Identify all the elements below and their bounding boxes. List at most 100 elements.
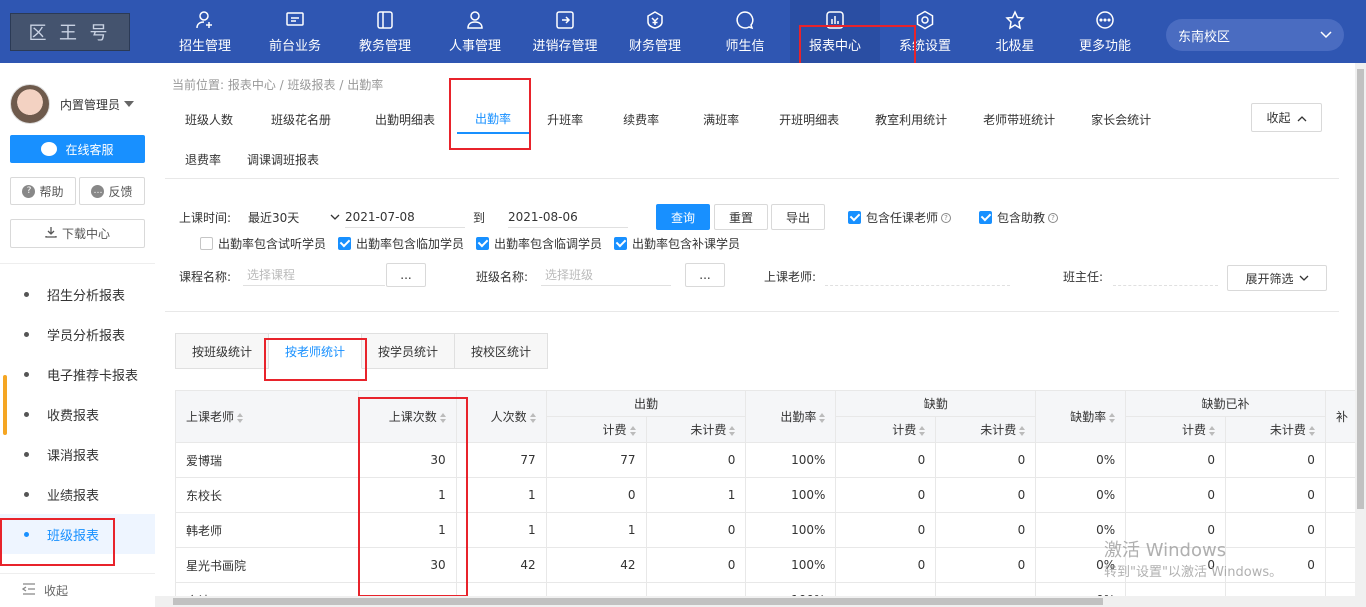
to-label: 到 bbox=[473, 211, 486, 225]
cell-att-charged: 0 bbox=[545, 477, 647, 513]
col-header-attend-uncharged[interactable]: 未计费 bbox=[645, 416, 747, 443]
col-header-madeup-uncharged[interactable]: 未计费 bbox=[1225, 416, 1326, 443]
nav-item-inventory[interactable]: 进销存管理 bbox=[520, 0, 610, 63]
nav-item-messages[interactable]: 师生信 bbox=[700, 0, 790, 63]
col-header-absent-charged[interactable]: 计费 bbox=[835, 416, 937, 443]
nav-item-settings[interactable]: 系统设置 bbox=[880, 0, 970, 63]
sidebar-item-fees[interactable]: 收费报表 bbox=[0, 394, 155, 434]
cell-person-times: 1 bbox=[455, 512, 547, 548]
include-teacher-checkbox[interactable]: 包含任课老师 ? bbox=[848, 209, 952, 226]
vertical-scrollbar[interactable] bbox=[1355, 63, 1366, 596]
help-button[interactable]: ? 帮助 bbox=[10, 177, 76, 205]
class-picker-button[interactable]: ... bbox=[685, 263, 725, 287]
nav-item-polaris[interactable]: 北极星 bbox=[970, 0, 1060, 63]
temp-students-checkbox[interactable]: 出勤率包含临加学员 bbox=[338, 235, 464, 252]
horizontal-scrollbar[interactable] bbox=[155, 596, 1366, 607]
download-center-button[interactable]: 下载中心 bbox=[10, 219, 145, 248]
col-header-lessons[interactable]: 上课次数 bbox=[357, 390, 457, 443]
cell-att-uncharged: 1 bbox=[645, 477, 747, 513]
brand-logo[interactable]: 区 王 号 bbox=[10, 13, 130, 51]
col-header-person-times[interactable]: 人次数 bbox=[455, 390, 547, 443]
course-label: 课程名称: bbox=[179, 270, 232, 284]
nav-item-finance[interactable]: 财务管理 bbox=[610, 0, 700, 63]
person-icon bbox=[464, 9, 486, 31]
sidebar-item-performance[interactable]: 业绩报表 bbox=[0, 474, 155, 514]
sort-icon bbox=[237, 412, 244, 423]
tab-teacher-classes[interactable]: 老师带班统计 bbox=[965, 104, 1073, 134]
tab-classroom-usage[interactable]: 教室利用统计 bbox=[857, 104, 965, 134]
include-assistant-checkbox[interactable]: 包含助教 ? bbox=[979, 209, 1059, 226]
trial-students-checkbox[interactable]: 出勤率包含试听学员 bbox=[200, 235, 326, 252]
tab-class-opening-detail[interactable]: 开班明细表 bbox=[761, 104, 857, 134]
sidebar-item-lesson-consumption[interactable]: 课消报表 bbox=[0, 434, 155, 474]
online-service-button[interactable]: 在线客服 bbox=[10, 135, 145, 163]
table-row[interactable]: 爱博瑞 30 77 77 0 100% 0 0 0% 0 0 bbox=[175, 442, 1365, 478]
tab-full-class-rate[interactable]: 满班率 bbox=[681, 104, 761, 134]
feedback-button[interactable]: … 反馈 bbox=[79, 177, 145, 205]
col-header-madeup-charged[interactable]: 计费 bbox=[1125, 416, 1227, 443]
teacher-input[interactable] bbox=[825, 285, 1010, 286]
cell-att-rate: 100% bbox=[745, 442, 837, 478]
tab-attendance-rate[interactable]: 出勤率 bbox=[457, 104, 530, 134]
makeup-students-checkbox[interactable]: 出勤率包含补课学员 bbox=[614, 235, 740, 252]
tab-by-class[interactable]: 按班级统计 bbox=[175, 333, 270, 369]
col-header-absent-uncharged[interactable]: 未计费 bbox=[935, 416, 1037, 443]
sidebar-item-enrollment-analysis[interactable]: 招生分析报表 bbox=[0, 274, 155, 314]
tab-promotion-rate[interactable]: 升班率 bbox=[529, 104, 601, 134]
tab-class-size[interactable]: 班级人数 bbox=[169, 104, 249, 134]
cell-person-times: 42 bbox=[455, 547, 547, 583]
course-picker-button[interactable]: ... bbox=[386, 263, 426, 287]
tab-by-campus[interactable]: 按校区统计 bbox=[455, 333, 549, 369]
export-button[interactable]: 导出 bbox=[771, 204, 825, 230]
col-header-absent-rate[interactable]: 缺勤率 bbox=[1035, 390, 1127, 443]
sidebar-item-label: 学员分析报表 bbox=[47, 328, 126, 344]
user-menu[interactable]: 内置管理员 bbox=[10, 84, 135, 124]
tab-refund-rate[interactable]: 退费率 bbox=[169, 144, 237, 174]
adjusted-students-checkbox[interactable]: 出勤率包含临调学员 bbox=[476, 235, 602, 252]
course-input[interactable]: 选择课程 bbox=[243, 264, 385, 286]
tab-by-teacher[interactable]: 按老师统计 bbox=[269, 333, 363, 369]
col-header-teacher[interactable]: 上课老师 bbox=[175, 390, 359, 443]
feedback-icon: … bbox=[91, 184, 105, 198]
sidebar-item-referral-card[interactable]: 电子推荐卡报表 bbox=[0, 354, 155, 394]
col-header-attend-rate[interactable]: 出勤率 bbox=[745, 390, 837, 443]
table-row[interactable]: 东校长 1 1 0 1 100% 0 0 0% 0 0 bbox=[175, 477, 1365, 513]
tab-by-student[interactable]: 按学员统计 bbox=[362, 333, 456, 369]
class-input[interactable]: 选择班级 bbox=[541, 264, 671, 286]
tab-parent-meeting[interactable]: 家长会统计 bbox=[1073, 104, 1169, 134]
time-range-select[interactable]: 最近30天 bbox=[240, 206, 340, 228]
sidebar-item-label: 电子推荐卡报表 bbox=[47, 368, 139, 384]
cell-lessons: 1 bbox=[357, 477, 457, 513]
cell-person-times: 1 bbox=[455, 477, 547, 513]
query-button[interactable]: 查询 bbox=[656, 204, 710, 230]
cell-abs-charged: 0 bbox=[835, 477, 937, 513]
scroll-thumb[interactable] bbox=[173, 598, 1103, 605]
col-header-attend-charged[interactable]: 计费 bbox=[545, 416, 647, 443]
tab-renewal-rate[interactable]: 续费率 bbox=[601, 104, 681, 134]
head-teacher-input[interactable] bbox=[1113, 285, 1218, 286]
date-from-input[interactable]: 2021-07-08 bbox=[345, 206, 465, 228]
nav-item-front-desk[interactable]: 前台业务 bbox=[250, 0, 340, 63]
tab-class-transfer[interactable]: 调课调班报表 bbox=[237, 144, 329, 174]
reset-button[interactable]: 重置 bbox=[714, 204, 768, 230]
nav-item-hr[interactable]: 人事管理 bbox=[430, 0, 520, 63]
sidebar-scroll-indicator[interactable] bbox=[3, 375, 7, 435]
header-label: 未计费 bbox=[690, 423, 727, 437]
fold-tabs-button[interactable]: 收起 bbox=[1251, 103, 1322, 132]
tab-attendance-detail[interactable]: 出勤明细表 bbox=[353, 104, 457, 134]
scroll-thumb[interactable] bbox=[1357, 69, 1364, 509]
expand-filters-button[interactable]: 展开筛选 bbox=[1227, 265, 1327, 291]
sidebar-item-student-analysis[interactable]: 学员分析报表 bbox=[0, 314, 155, 354]
tab-class-roster[interactable]: 班级花名册 bbox=[249, 104, 353, 134]
nav-label: 招生管理 bbox=[178, 39, 231, 54]
date-to-input[interactable]: 2021-08-06 bbox=[508, 206, 628, 228]
sidebar-item-class-reports[interactable]: 班级报表 bbox=[0, 514, 155, 554]
sidebar-collapse-button[interactable]: 收起 bbox=[0, 573, 155, 607]
nav-item-enrollment[interactable]: 招生管理 bbox=[160, 0, 250, 63]
bullet-icon bbox=[24, 531, 29, 537]
cell-mk-uncharged: 0 bbox=[1225, 477, 1326, 513]
nav-item-reports[interactable]: 报表中心 bbox=[790, 0, 880, 63]
campus-selector[interactable]: 东南校区 bbox=[1166, 19, 1344, 51]
nav-item-more[interactable]: 更多功能 bbox=[1060, 0, 1150, 63]
nav-item-academic[interactable]: 教务管理 bbox=[340, 0, 430, 63]
